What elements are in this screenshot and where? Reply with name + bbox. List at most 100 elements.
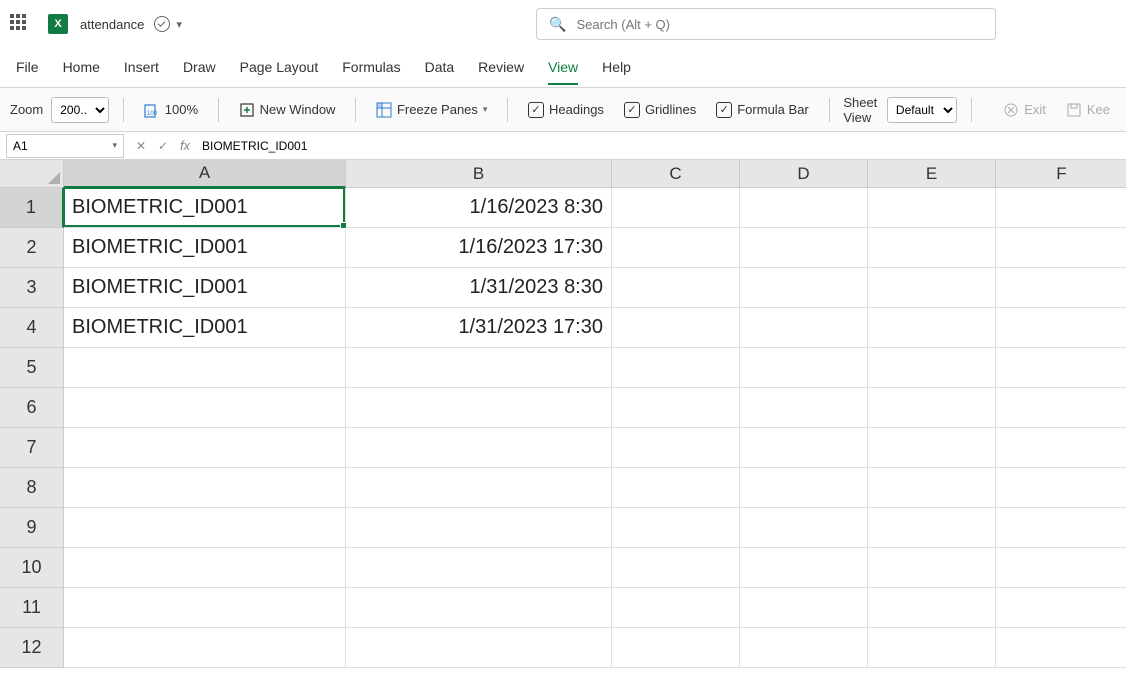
cell-E11[interactable] — [868, 588, 996, 628]
cell-C6[interactable] — [612, 388, 740, 428]
cell-C4[interactable] — [612, 308, 740, 348]
cell-C7[interactable] — [612, 428, 740, 468]
row-header-3[interactable]: 3 — [0, 268, 64, 308]
row-header-7[interactable]: 7 — [0, 428, 64, 468]
row-header-12[interactable]: 12 — [0, 628, 64, 668]
cell-A3[interactable]: BIOMETRIC_ID001 — [64, 268, 346, 308]
cell-B9[interactable] — [346, 508, 612, 548]
cell-E7[interactable] — [868, 428, 996, 468]
saved-indicator-icon[interactable] — [154, 16, 170, 32]
cell-A4[interactable]: BIOMETRIC_ID001 — [64, 308, 346, 348]
row-header-11[interactable]: 11 — [0, 588, 64, 628]
cell-E3[interactable] — [868, 268, 996, 308]
cell-B6[interactable] — [346, 388, 612, 428]
cell-C10[interactable] — [612, 548, 740, 588]
tab-data[interactable]: Data — [425, 51, 455, 85]
tab-view[interactable]: View — [548, 51, 578, 85]
freeze-panes-button[interactable]: Freeze Panes ▾ — [370, 98, 493, 122]
row-header-9[interactable]: 9 — [0, 508, 64, 548]
row-header-2[interactable]: 2 — [0, 228, 64, 268]
column-header-C[interactable]: C — [612, 160, 740, 188]
gridlines-toggle[interactable]: ✓ Gridlines — [618, 98, 702, 122]
cell-B12[interactable] — [346, 628, 612, 668]
column-header-D[interactable]: D — [740, 160, 868, 188]
search-input[interactable] — [576, 17, 983, 32]
cell-C11[interactable] — [612, 588, 740, 628]
cell-C12[interactable] — [612, 628, 740, 668]
cell-D11[interactable] — [740, 588, 868, 628]
cell-C3[interactable] — [612, 268, 740, 308]
search-box[interactable]: 🔍 — [536, 8, 996, 40]
formula-input[interactable] — [196, 139, 1126, 153]
row-header-8[interactable]: 8 — [0, 468, 64, 508]
cell-E12[interactable] — [868, 628, 996, 668]
cell-C2[interactable] — [612, 228, 740, 268]
tab-home[interactable]: Home — [63, 51, 100, 85]
cell-C9[interactable] — [612, 508, 740, 548]
cell-F7[interactable] — [996, 428, 1126, 468]
cell-B1[interactable]: 1/16/2023 8:30 — [346, 188, 612, 228]
column-header-A[interactable]: A — [64, 160, 346, 188]
cell-F12[interactable] — [996, 628, 1126, 668]
cell-D3[interactable] — [740, 268, 868, 308]
cell-F6[interactable] — [996, 388, 1126, 428]
tab-formulas[interactable]: Formulas — [342, 51, 400, 85]
keep-button[interactable]: Kee — [1060, 98, 1116, 122]
tab-page-layout[interactable]: Page Layout — [240, 51, 319, 85]
exit-button[interactable]: Exit — [997, 98, 1052, 122]
cell-B5[interactable] — [346, 348, 612, 388]
cell-F9[interactable] — [996, 508, 1126, 548]
column-header-F[interactable]: F — [996, 160, 1126, 188]
cell-A7[interactable] — [64, 428, 346, 468]
chevron-down-icon[interactable]: ▾ — [176, 18, 182, 31]
row-header-4[interactable]: 4 — [0, 308, 64, 348]
column-header-E[interactable]: E — [868, 160, 996, 188]
cell-A9[interactable] — [64, 508, 346, 548]
cell-F10[interactable] — [996, 548, 1126, 588]
row-header-10[interactable]: 10 — [0, 548, 64, 588]
cell-D8[interactable] — [740, 468, 868, 508]
cell-A1[interactable]: BIOMETRIC_ID001 — [64, 188, 346, 228]
cell-D2[interactable] — [740, 228, 868, 268]
zoom-100-button[interactable]: 100 100% — [138, 98, 204, 122]
cell-A8[interactable] — [64, 468, 346, 508]
cell-C5[interactable] — [612, 348, 740, 388]
tab-draw[interactable]: Draw — [183, 51, 216, 85]
formula-bar-toggle[interactable]: ✓ Formula Bar — [710, 98, 815, 122]
column-header-B[interactable]: B — [346, 160, 612, 188]
cell-F8[interactable] — [996, 468, 1126, 508]
cell-D12[interactable] — [740, 628, 868, 668]
cell-E6[interactable] — [868, 388, 996, 428]
name-box[interactable]: A1 ▾ — [6, 134, 124, 158]
cell-C1[interactable] — [612, 188, 740, 228]
cell-D7[interactable] — [740, 428, 868, 468]
fx-icon[interactable]: fx — [174, 138, 196, 153]
cell-B4[interactable]: 1/31/2023 17:30 — [346, 308, 612, 348]
cell-E5[interactable] — [868, 348, 996, 388]
cell-E9[interactable] — [868, 508, 996, 548]
cell-E10[interactable] — [868, 548, 996, 588]
cell-F3[interactable] — [996, 268, 1126, 308]
tab-file[interactable]: File — [16, 51, 39, 85]
cell-B11[interactable] — [346, 588, 612, 628]
select-all-corner[interactable] — [0, 160, 64, 188]
cell-D1[interactable] — [740, 188, 868, 228]
cell-D5[interactable] — [740, 348, 868, 388]
headings-toggle[interactable]: ✓ Headings — [522, 98, 610, 122]
cell-A6[interactable] — [64, 388, 346, 428]
cell-A10[interactable] — [64, 548, 346, 588]
cell-A2[interactable]: BIOMETRIC_ID001 — [64, 228, 346, 268]
cell-D6[interactable] — [740, 388, 868, 428]
zoom-select[interactable]: 200... — [51, 97, 109, 123]
row-header-5[interactable]: 5 — [0, 348, 64, 388]
document-name[interactable]: attendance — [80, 17, 144, 32]
cell-B3[interactable]: 1/31/2023 8:30 — [346, 268, 612, 308]
sheet-view-select[interactable]: Default — [887, 97, 957, 123]
cell-B8[interactable] — [346, 468, 612, 508]
row-header-6[interactable]: 6 — [0, 388, 64, 428]
tab-insert[interactable]: Insert — [124, 51, 159, 85]
tab-review[interactable]: Review — [478, 51, 524, 85]
cell-E2[interactable] — [868, 228, 996, 268]
cell-A5[interactable] — [64, 348, 346, 388]
new-window-button[interactable]: New Window — [233, 98, 342, 122]
